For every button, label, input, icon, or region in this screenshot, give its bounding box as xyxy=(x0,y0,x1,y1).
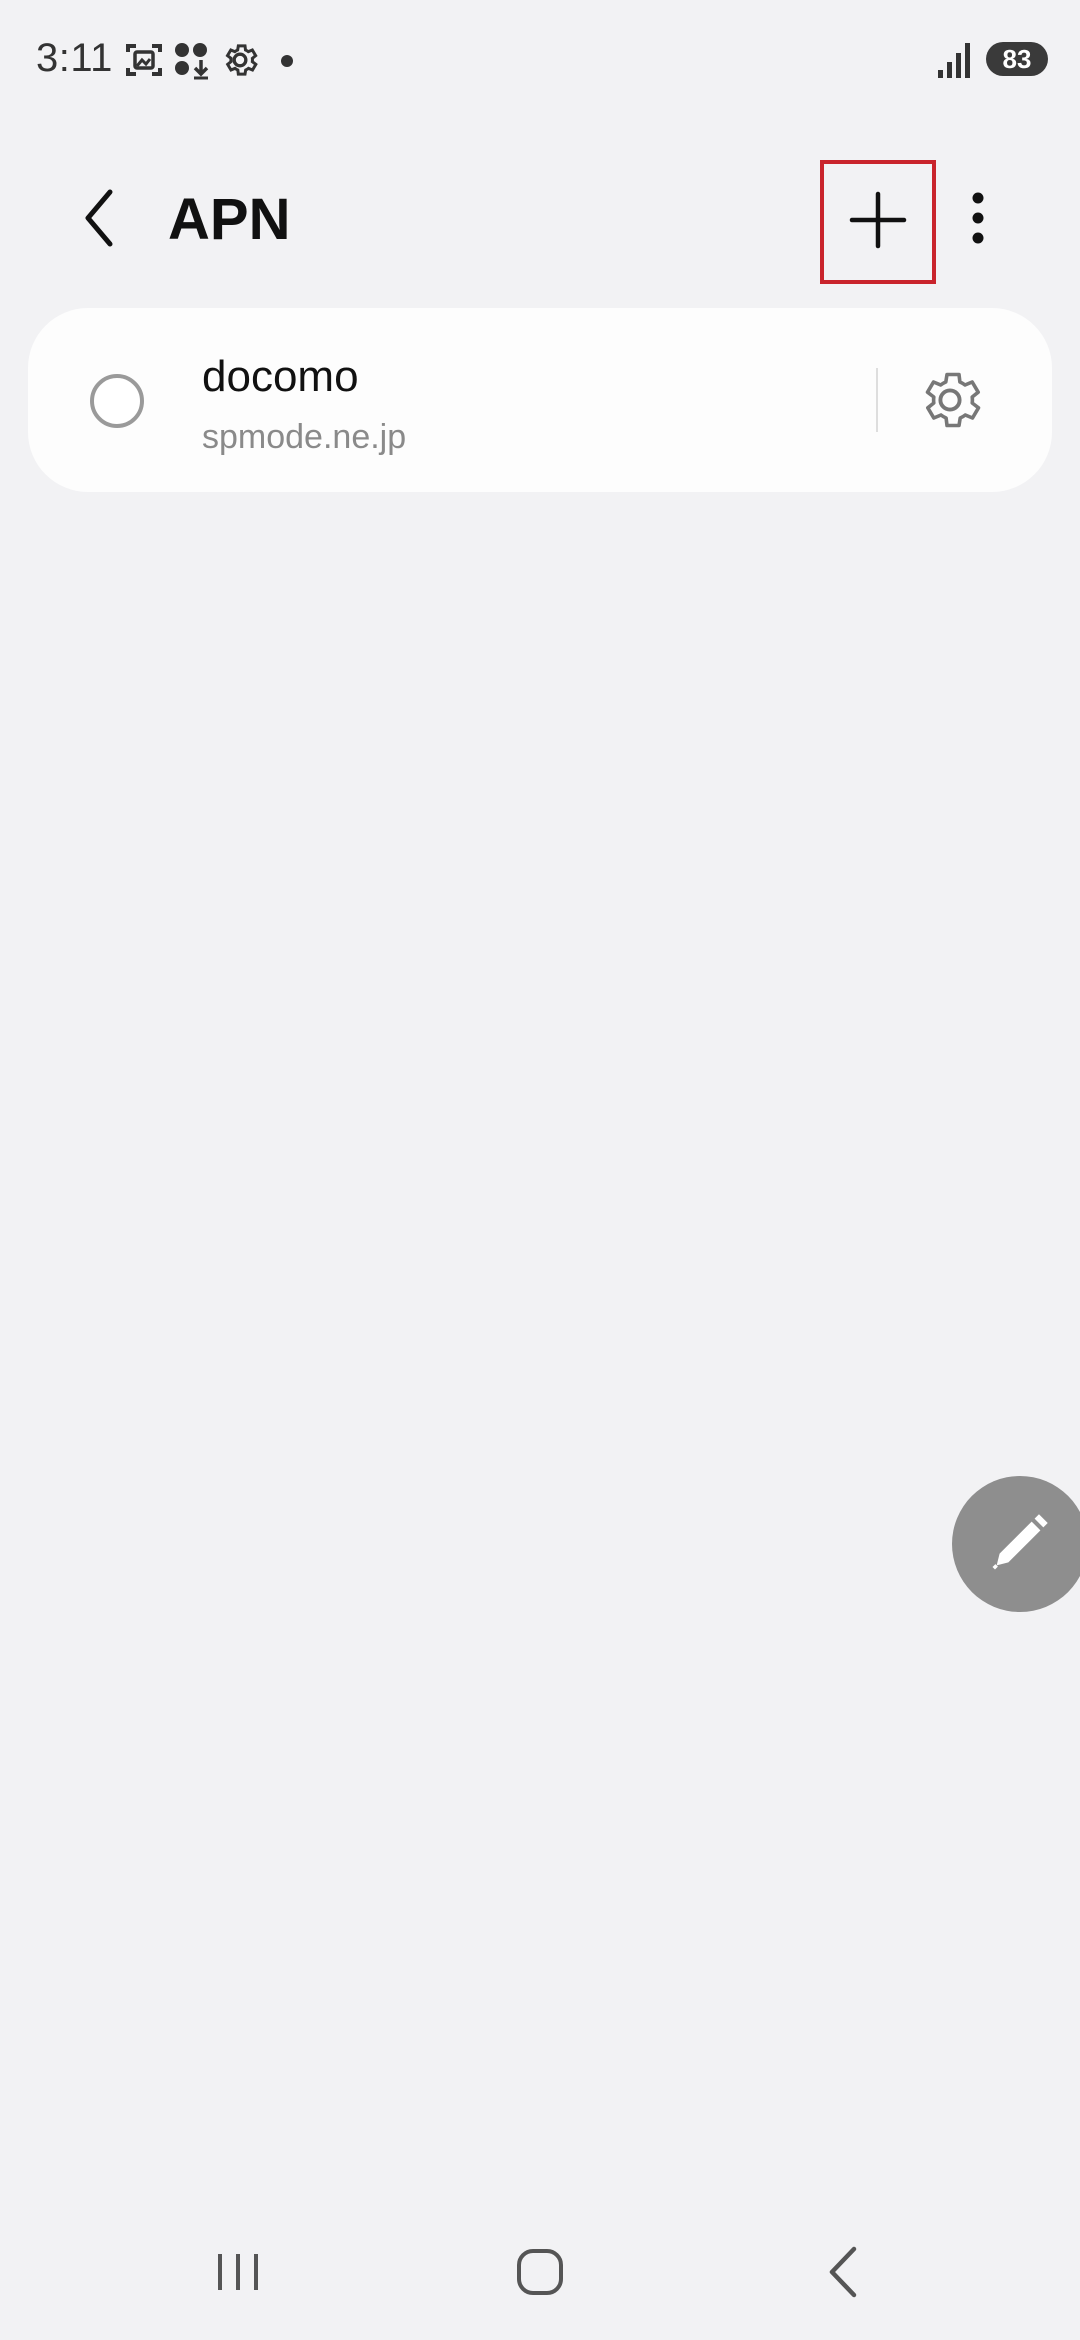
apn-name: docomo xyxy=(202,352,359,401)
navigation-bar xyxy=(0,2220,1080,2340)
apn-address: spmode.ne.jp xyxy=(202,418,407,456)
more-options-button[interactable] xyxy=(956,180,1000,260)
chevron-left-icon xyxy=(78,186,118,255)
home-icon xyxy=(515,2247,565,2302)
battery-level: 83 xyxy=(1002,43,1032,74)
back-button[interactable] xyxy=(68,180,128,260)
edit-fab-button[interactable] xyxy=(952,1476,1080,1612)
settings-gear-icon xyxy=(220,40,260,85)
back-icon xyxy=(824,2245,864,2304)
page-title: APN xyxy=(168,187,291,252)
add-apn-button[interactable] xyxy=(820,160,936,284)
gear-icon xyxy=(914,364,986,441)
screenshot-icon xyxy=(124,40,164,85)
apn-divider xyxy=(876,368,878,432)
more-vertical-icon xyxy=(970,190,986,251)
notification-dot-icon xyxy=(280,54,294,73)
pencil-icon xyxy=(985,1507,1055,1582)
status-bar: 3:11 83 xyxy=(0,0,1080,120)
recents-icon xyxy=(214,2250,262,2299)
signal-icon xyxy=(936,40,976,85)
apn-screen: 3:11 83 APN docomo spmode.ne.jp xyxy=(0,0,1080,2340)
home-button[interactable] xyxy=(490,2234,590,2314)
plus-icon xyxy=(848,190,908,255)
nav-back-button[interactable] xyxy=(794,2234,894,2314)
recents-button[interactable] xyxy=(188,2234,288,2314)
app-download-icon xyxy=(172,40,212,85)
status-time: 3:11 xyxy=(36,36,113,80)
apn-radio-button[interactable] xyxy=(90,374,144,428)
apn-list-item[interactable]: docomo spmode.ne.jp xyxy=(28,308,1052,492)
apn-settings-button[interactable] xyxy=(914,366,986,438)
battery-icon: 83 xyxy=(986,42,1048,76)
